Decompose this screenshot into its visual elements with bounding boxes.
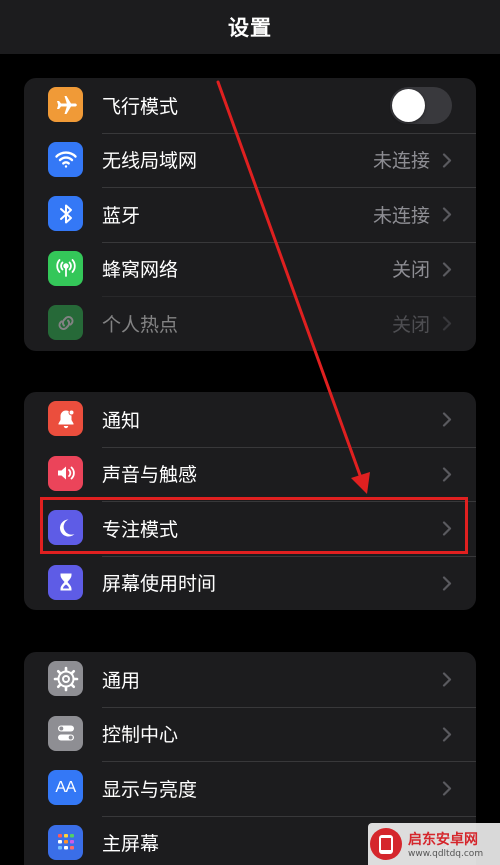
chevron-right-icon bbox=[442, 466, 452, 482]
display-label: 显示与亮度 bbox=[102, 778, 198, 801]
moon-icon bbox=[48, 510, 83, 545]
general-label: 通用 bbox=[102, 669, 141, 692]
cellular-status: 关闭 bbox=[391, 259, 430, 282]
hotspot-status: 关闭 bbox=[391, 313, 430, 336]
watermark-text: 启东安卓网 www.qdltdq.com bbox=[408, 829, 483, 859]
watermark-logo-icon bbox=[370, 828, 402, 860]
bluetooth-status: 未连接 bbox=[372, 204, 430, 227]
notifications-label: 通知 bbox=[102, 409, 141, 432]
personal-hotspot-row[interactable]: 个人热点 关闭 bbox=[24, 296, 476, 351]
toggle-knob bbox=[392, 89, 425, 122]
airplane-mode-row[interactable]: 飞行模式 bbox=[24, 78, 476, 133]
bluetooth-row[interactable]: 蓝牙 未连接 bbox=[24, 187, 476, 242]
chevron-right-icon bbox=[442, 781, 452, 796]
airplane-mode-label: 飞行模式 bbox=[102, 95, 179, 118]
wifi-icon bbox=[48, 141, 83, 177]
settings-screen: 设置 飞行模式 无线局域网 未连接 蓝牙 未连接 蜂窝网络 关闭 个人热点 关闭… bbox=[0, 0, 500, 865]
control-center-row[interactable]: 控制中心 bbox=[24, 706, 476, 762]
chevron-right-icon bbox=[442, 575, 452, 591]
chevron-right-icon bbox=[442, 521, 452, 536]
site-watermark: 启东安卓网 www.qdltdq.com bbox=[368, 823, 500, 865]
home-screen-label: 主屏幕 bbox=[102, 833, 160, 856]
sounds-label: 声音与触感 bbox=[102, 464, 198, 487]
cellular-antenna-icon bbox=[48, 250, 83, 286]
chevron-right-icon bbox=[442, 316, 452, 331]
focus-mode-row[interactable]: 专注模式 bbox=[24, 501, 476, 556]
screen-time-label: 屏幕使用时间 bbox=[102, 573, 217, 596]
app-grid-icon bbox=[48, 824, 83, 860]
general-row[interactable]: 通用 bbox=[24, 652, 476, 707]
control-center-label: 控制中心 bbox=[102, 724, 179, 747]
watermark-name: 启东安卓网 bbox=[408, 832, 478, 848]
connectivity-group: 飞行模式 无线局域网 未连接 蓝牙 未连接 蜂窝网络 关闭 个人热点 关闭 bbox=[24, 78, 476, 351]
chevron-right-icon bbox=[442, 726, 452, 742]
text-size-icon-glyph: AA bbox=[55, 778, 76, 796]
chevron-right-icon bbox=[442, 412, 452, 427]
bluetooth-icon bbox=[48, 196, 83, 231]
focus-mode-label: 专注模式 bbox=[102, 518, 179, 541]
airplane-mode-toggle[interactable] bbox=[390, 87, 452, 124]
notifications-row[interactable]: 通知 bbox=[24, 392, 476, 447]
hourglass-icon bbox=[48, 564, 83, 600]
display-brightness-row[interactable]: AA 显示与亮度 bbox=[24, 761, 476, 816]
hotspot-link-icon bbox=[48, 305, 83, 340]
toggles-icon bbox=[48, 715, 83, 751]
screen-time-row[interactable]: 屏幕使用时间 bbox=[24, 555, 476, 611]
chevron-right-icon bbox=[442, 152, 452, 168]
hotspot-label: 个人热点 bbox=[102, 313, 179, 336]
bluetooth-label: 蓝牙 bbox=[102, 204, 141, 227]
text-size-icon: AA bbox=[48, 770, 83, 805]
watermark-url: www.qdltdq.com bbox=[408, 849, 484, 859]
navigation-bar: 设置 bbox=[0, 0, 500, 54]
gear-icon bbox=[48, 661, 83, 696]
cellular-row[interactable]: 蜂窝网络 关闭 bbox=[24, 241, 476, 297]
chevron-right-icon bbox=[442, 207, 452, 222]
chevron-right-icon bbox=[442, 261, 452, 277]
wifi-row[interactable]: 无线局域网 未连接 bbox=[24, 132, 476, 188]
cellular-label: 蜂窝网络 bbox=[102, 259, 179, 282]
speaker-icon bbox=[48, 455, 83, 491]
wifi-label: 无线局域网 bbox=[102, 150, 198, 173]
airplane-icon bbox=[48, 87, 83, 122]
page-title: 设置 bbox=[228, 16, 272, 40]
bell-icon bbox=[48, 401, 83, 436]
notifications-group: 通知 声音与触感 专注模式 屏幕使用时间 bbox=[24, 392, 476, 610]
wifi-status: 未连接 bbox=[372, 150, 430, 173]
sounds-haptics-row[interactable]: 声音与触感 bbox=[24, 446, 476, 502]
chevron-right-icon bbox=[442, 672, 452, 687]
